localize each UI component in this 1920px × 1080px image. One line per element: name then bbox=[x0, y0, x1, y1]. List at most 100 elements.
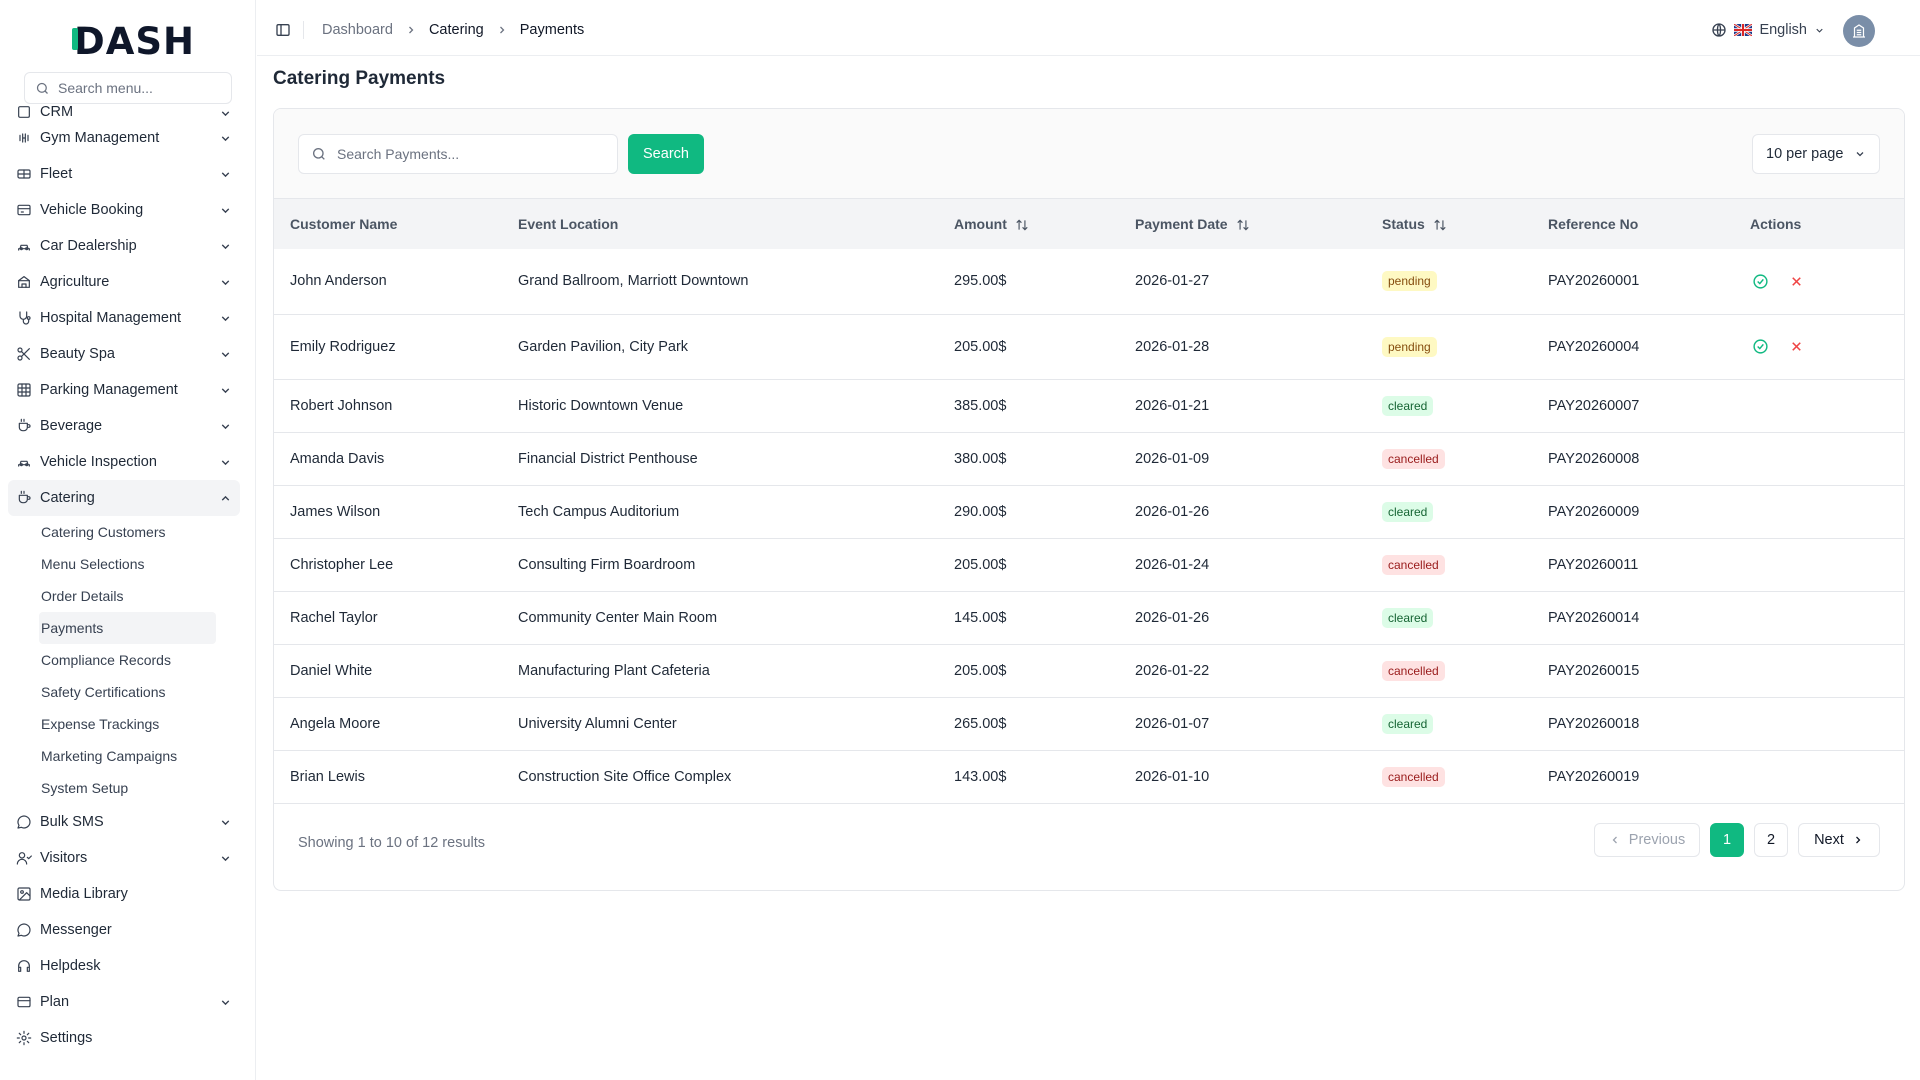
chevron-down-icon bbox=[218, 455, 232, 469]
sidebar-item-beverage[interactable]: Beverage bbox=[8, 408, 240, 444]
sidebar-item-agriculture[interactable]: Agriculture bbox=[8, 264, 240, 300]
language-selector[interactable]: English bbox=[1711, 22, 1825, 38]
building-icon bbox=[1853, 24, 1865, 38]
sidebar-item-plan[interactable]: Plan bbox=[8, 984, 240, 1020]
col-status[interactable]: Status bbox=[1366, 199, 1532, 249]
avatar[interactable] bbox=[1843, 15, 1875, 47]
dash-logo[interactable]: DASH bbox=[74, 20, 195, 63]
col-actions: Actions bbox=[1750, 216, 1802, 232]
reject-icon[interactable] bbox=[1786, 271, 1806, 291]
payments-card: Search 10 per page Customer Name Event L… bbox=[273, 108, 1905, 891]
status-badge: cancelled bbox=[1382, 554, 1445, 575]
sidebar-item-gym-management[interactable]: Gym Management bbox=[8, 120, 240, 156]
sidebar-item-catering[interactable]: Catering bbox=[8, 480, 240, 516]
page-2-button[interactable]: 2 bbox=[1754, 823, 1788, 857]
actions-cell bbox=[1734, 591, 1904, 644]
payment-date-cell: 2026-01-26 bbox=[1135, 609, 1210, 626]
sort-icon[interactable] bbox=[1433, 218, 1447, 232]
chevron-right-icon bbox=[1855, 836, 1861, 844]
sidebar-item-label: CRM bbox=[40, 104, 74, 120]
sidebar-item-label: Plan bbox=[40, 994, 70, 1010]
customer-name-cell: Rachel Taylor bbox=[290, 609, 378, 626]
uk-flag-icon bbox=[1734, 24, 1753, 36]
event-location-cell: Community Center Main Room bbox=[518, 609, 718, 626]
sidebar-item-messenger[interactable]: Messenger bbox=[8, 912, 240, 948]
sidebar-subitem-order-details[interactable]: Order Details bbox=[41, 580, 216, 612]
sidebar-toggle-icon[interactable] bbox=[275, 22, 291, 38]
sidebar-search bbox=[24, 72, 232, 104]
sidebar-item-settings[interactable]: Settings bbox=[8, 1020, 240, 1056]
sidebar-item-vehicle-booking[interactable]: Vehicle Booking bbox=[8, 192, 240, 228]
customer-name-cell: Brian Lewis bbox=[290, 768, 365, 785]
sidebar-item-label: Parking Management bbox=[40, 382, 178, 398]
chevron-down-icon bbox=[218, 815, 232, 829]
sidebar-subitem-safety-certifications[interactable]: Safety Certifications bbox=[41, 676, 216, 708]
table-header-row: Customer Name Event Location Amount Paym… bbox=[274, 199, 1904, 249]
sidebar-item-parking-management[interactable]: Parking Management bbox=[8, 372, 240, 408]
reference-no-cell: PAY20260015 bbox=[1548, 662, 1640, 679]
sidebar-item-helpdesk[interactable]: Helpdesk bbox=[8, 948, 240, 984]
sidebar-item-car-dealership[interactable]: Car Dealership bbox=[8, 228, 240, 264]
next-page-button[interactable]: Next bbox=[1798, 823, 1880, 857]
reject-icon[interactable] bbox=[1786, 337, 1806, 357]
col-amount[interactable]: Amount bbox=[938, 199, 1119, 249]
sort-icon[interactable] bbox=[1015, 218, 1029, 232]
customer-name-cell: John Anderson bbox=[290, 273, 387, 290]
amount-cell: 145.00$ bbox=[954, 609, 1007, 626]
breadcrumb-dashboard[interactable]: Dashboard bbox=[322, 22, 393, 38]
sidebar-item-hospital-management[interactable]: Hospital Management bbox=[8, 300, 240, 336]
sidebar-subitem-compliance-records[interactable]: Compliance Records bbox=[41, 644, 216, 676]
col-reference-no: Reference No bbox=[1548, 216, 1639, 232]
payment-date-cell: 2026-01-10 bbox=[1135, 768, 1210, 785]
catering-submenu: Catering Customers Menu Selections Order D… bbox=[8, 516, 240, 804]
sidebar-subitem-payments[interactable]: Payments bbox=[39, 612, 216, 644]
status-badge: cleared bbox=[1382, 713, 1434, 734]
chevron-down-icon bbox=[218, 383, 232, 397]
sidebar-item-fleet[interactable]: Fleet bbox=[8, 156, 240, 192]
results-summary: Showing 1 to 10 of 12 results bbox=[298, 835, 486, 851]
amount-cell: 385.00$ bbox=[954, 397, 1007, 414]
sidebar-search-input[interactable] bbox=[58, 80, 218, 96]
search-button[interactable]: Search bbox=[628, 134, 704, 174]
payment-date-cell: 2026-01-27 bbox=[1135, 273, 1210, 290]
status-cell: cleared bbox=[1366, 697, 1532, 750]
approve-icon[interactable] bbox=[1750, 337, 1770, 357]
sidebar-item-bulk-sms[interactable]: Bulk SMS bbox=[8, 804, 240, 840]
event-location-cell: Grand Ballroom, Marriott Downtown bbox=[518, 273, 749, 290]
approve-icon[interactable] bbox=[1750, 271, 1770, 291]
sidebar-item-visitors[interactable]: Visitors bbox=[8, 840, 240, 876]
sidebar-subitem-expense-trackings[interactable]: Expense Trackings bbox=[41, 708, 216, 740]
previous-page-button[interactable]: Previous bbox=[1594, 823, 1700, 857]
sidebar-item-beauty-spa[interactable]: Beauty Spa bbox=[8, 336, 240, 372]
actions-cell bbox=[1734, 485, 1904, 538]
customer-name-cell: Amanda Davis bbox=[290, 450, 385, 467]
amount-cell: 205.00$ bbox=[954, 556, 1007, 573]
sidebar-subitem-system-setup[interactable]: System Setup bbox=[41, 772, 216, 804]
sidebar-subitem-menu-selections[interactable]: Menu Selections bbox=[41, 548, 216, 580]
per-page-select[interactable]: 10 per page bbox=[1752, 134, 1880, 174]
sidebar-item-vehicle-inspection[interactable]: Vehicle Inspection bbox=[8, 444, 240, 480]
page-1-button[interactable]: 1 bbox=[1710, 823, 1744, 857]
sidebar-item-media-library[interactable]: Media Library bbox=[8, 876, 240, 912]
event-location-cell: Historic Downtown Venue bbox=[518, 397, 684, 414]
status-badge: cleared bbox=[1382, 501, 1434, 522]
status-badge: pending bbox=[1382, 336, 1437, 357]
status-cell: pending bbox=[1366, 249, 1532, 314]
actions-cell bbox=[1734, 538, 1904, 591]
sidebar-item-crm[interactable]: CRM bbox=[8, 102, 240, 120]
actions-cell bbox=[1734, 379, 1904, 432]
status-badge: cancelled bbox=[1382, 448, 1445, 469]
status-cell: pending bbox=[1366, 314, 1532, 379]
chevron-down-icon bbox=[218, 131, 232, 145]
col-payment-date[interactable]: Payment Date bbox=[1119, 199, 1366, 249]
customer-name-cell: Robert Johnson bbox=[290, 397, 393, 414]
sidebar-subitem-marketing-campaigns[interactable]: Marketing Campaigns bbox=[41, 740, 216, 772]
breadcrumb-catering[interactable]: Catering bbox=[429, 22, 484, 38]
sidebar-subitem-catering-customers[interactable]: Catering Customers bbox=[41, 516, 216, 548]
chevron-down-icon bbox=[218, 311, 232, 325]
sort-icon[interactable] bbox=[1236, 218, 1250, 232]
event-location-cell: Tech Campus Auditorium bbox=[518, 503, 680, 520]
payments-search-input[interactable] bbox=[337, 146, 597, 162]
sidebar-item-label: Beauty Spa bbox=[40, 346, 115, 362]
status-cell: cleared bbox=[1366, 591, 1532, 644]
